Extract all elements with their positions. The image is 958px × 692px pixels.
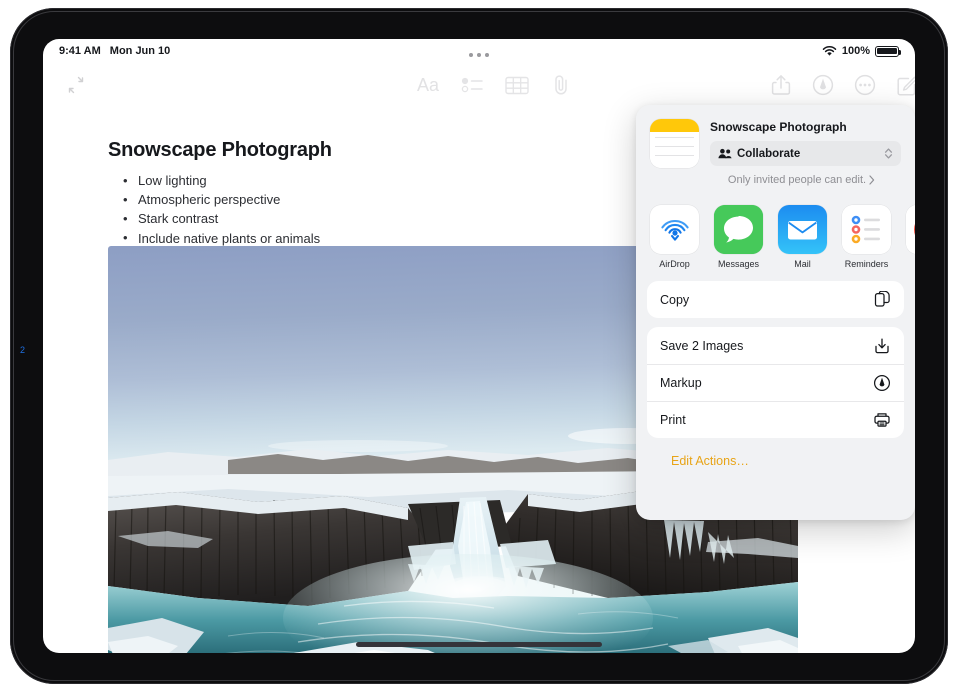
battery-percent: 100%	[842, 45, 870, 57]
save-download-icon	[873, 337, 891, 355]
bezel-marker: 2	[18, 345, 27, 356]
home-indicator[interactable]	[356, 642, 602, 647]
multitask-dot	[485, 53, 489, 57]
note-bullet-item: Include native plants or animals	[121, 229, 320, 248]
collaborate-dropdown[interactable]: Collaborate	[710, 141, 901, 166]
two-people-icon	[718, 148, 732, 159]
wifi-icon	[822, 46, 837, 57]
notes-icon-body	[650, 132, 699, 168]
table-icon[interactable]	[503, 72, 531, 98]
share-app-freeform[interactable]: Fr	[906, 205, 915, 269]
markup-pen-icon[interactable]	[809, 71, 837, 99]
share-icon[interactable]	[767, 71, 795, 99]
markup-pen-icon	[873, 374, 891, 392]
action-copy[interactable]: Copy	[647, 281, 904, 318]
collaborate-label: Collaborate	[737, 148, 879, 160]
status-bar-left: 9:41 AM Mon Jun 10	[59, 45, 170, 57]
note-bullet-item: Low lighting	[121, 171, 320, 190]
action-markup[interactable]: Markup	[647, 364, 904, 401]
multitask-dot	[469, 53, 473, 57]
action-print[interactable]: Print	[647, 401, 904, 438]
share-app-mail[interactable]: Mail	[778, 205, 827, 269]
share-apps-row[interactable]: AirDrop Messages	[636, 198, 915, 278]
status-bar: 9:41 AM Mon Jun 10 100%	[43, 39, 915, 63]
note-bullet-item: Atmospheric perspective	[121, 190, 320, 209]
status-bar-right: 100%	[822, 45, 899, 57]
note-toolbar: Aa	[43, 63, 915, 107]
permission-row[interactable]: Only invited people can edit.	[710, 174, 901, 186]
multitasking-control[interactable]	[469, 53, 489, 57]
freeform-icon	[906, 205, 915, 254]
note-bullet-item: Stark contrast	[121, 209, 320, 228]
share-actions-secondary-card: Save 2 Images Markup	[647, 327, 904, 438]
collapse-arrows-icon[interactable]	[63, 72, 89, 98]
notes-icon-top-band	[650, 119, 699, 132]
share-actions-primary-card: Copy	[647, 281, 904, 318]
device-frame: 2 9:41 AM Mon Jun 10 100%	[10, 8, 948, 684]
checklist-icon[interactable]	[459, 72, 487, 98]
share-app-label: Messages	[714, 259, 763, 269]
messages-icon	[714, 205, 763, 254]
printer-icon	[873, 411, 891, 429]
compose-icon[interactable]	[893, 71, 915, 99]
action-label: Print	[660, 413, 873, 427]
share-app-airdrop[interactable]: AirDrop	[650, 205, 699, 269]
text-format-icon[interactable]: Aa	[413, 72, 443, 98]
share-app-label: Mail	[778, 259, 827, 269]
share-app-label: Fr	[906, 259, 915, 269]
share-sheet-header-text: Snowscape Photograph Collaborate	[710, 119, 901, 186]
paperclip-icon[interactable]	[547, 72, 575, 98]
share-app-label: AirDrop	[650, 259, 699, 269]
notes-icon-line	[655, 155, 694, 156]
chevron-up-down-icon	[884, 147, 893, 160]
notes-app-icon	[650, 119, 699, 168]
share-app-reminders[interactable]: Reminders	[842, 205, 891, 269]
edit-actions-label: Edit Actions…	[671, 454, 749, 468]
status-time: 9:41 AM	[59, 45, 101, 57]
note-bullet-list: Low lighting Atmospheric perspective Sta…	[121, 171, 320, 248]
battery-fill	[877, 48, 897, 55]
ipad-screen: 9:41 AM Mon Jun 10 100%	[43, 39, 915, 653]
share-sheet-header: Snowscape Photograph Collaborate	[636, 105, 915, 198]
share-app-messages[interactable]: Messages	[714, 205, 763, 269]
more-ellipsis-icon[interactable]	[851, 71, 879, 99]
edit-actions-button[interactable]: Edit Actions…	[647, 447, 904, 470]
airdrop-icon	[650, 205, 699, 254]
status-date: Mon Jun 10	[110, 45, 171, 57]
action-label: Save 2 Images	[660, 339, 873, 353]
share-app-label: Reminders	[842, 259, 891, 269]
multitask-dot	[477, 53, 481, 57]
format-label: Aa	[417, 75, 439, 96]
action-label: Copy	[660, 293, 873, 307]
mail-icon	[778, 205, 827, 254]
chevron-right-icon	[869, 175, 875, 185]
share-actions: Copy Save 2 Images	[636, 278, 915, 470]
battery-icon	[875, 46, 899, 57]
reminders-icon	[842, 205, 891, 254]
permission-text: Only invited people can edit.	[728, 174, 866, 186]
share-sheet-title: Snowscape Photograph	[710, 120, 901, 134]
action-label: Markup	[660, 376, 873, 390]
action-save-images[interactable]: Save 2 Images	[647, 327, 904, 364]
copy-icon	[873, 291, 891, 309]
share-sheet: Snowscape Photograph Collaborate	[636, 105, 915, 520]
note-title: Snowscape Photograph	[108, 139, 332, 162]
